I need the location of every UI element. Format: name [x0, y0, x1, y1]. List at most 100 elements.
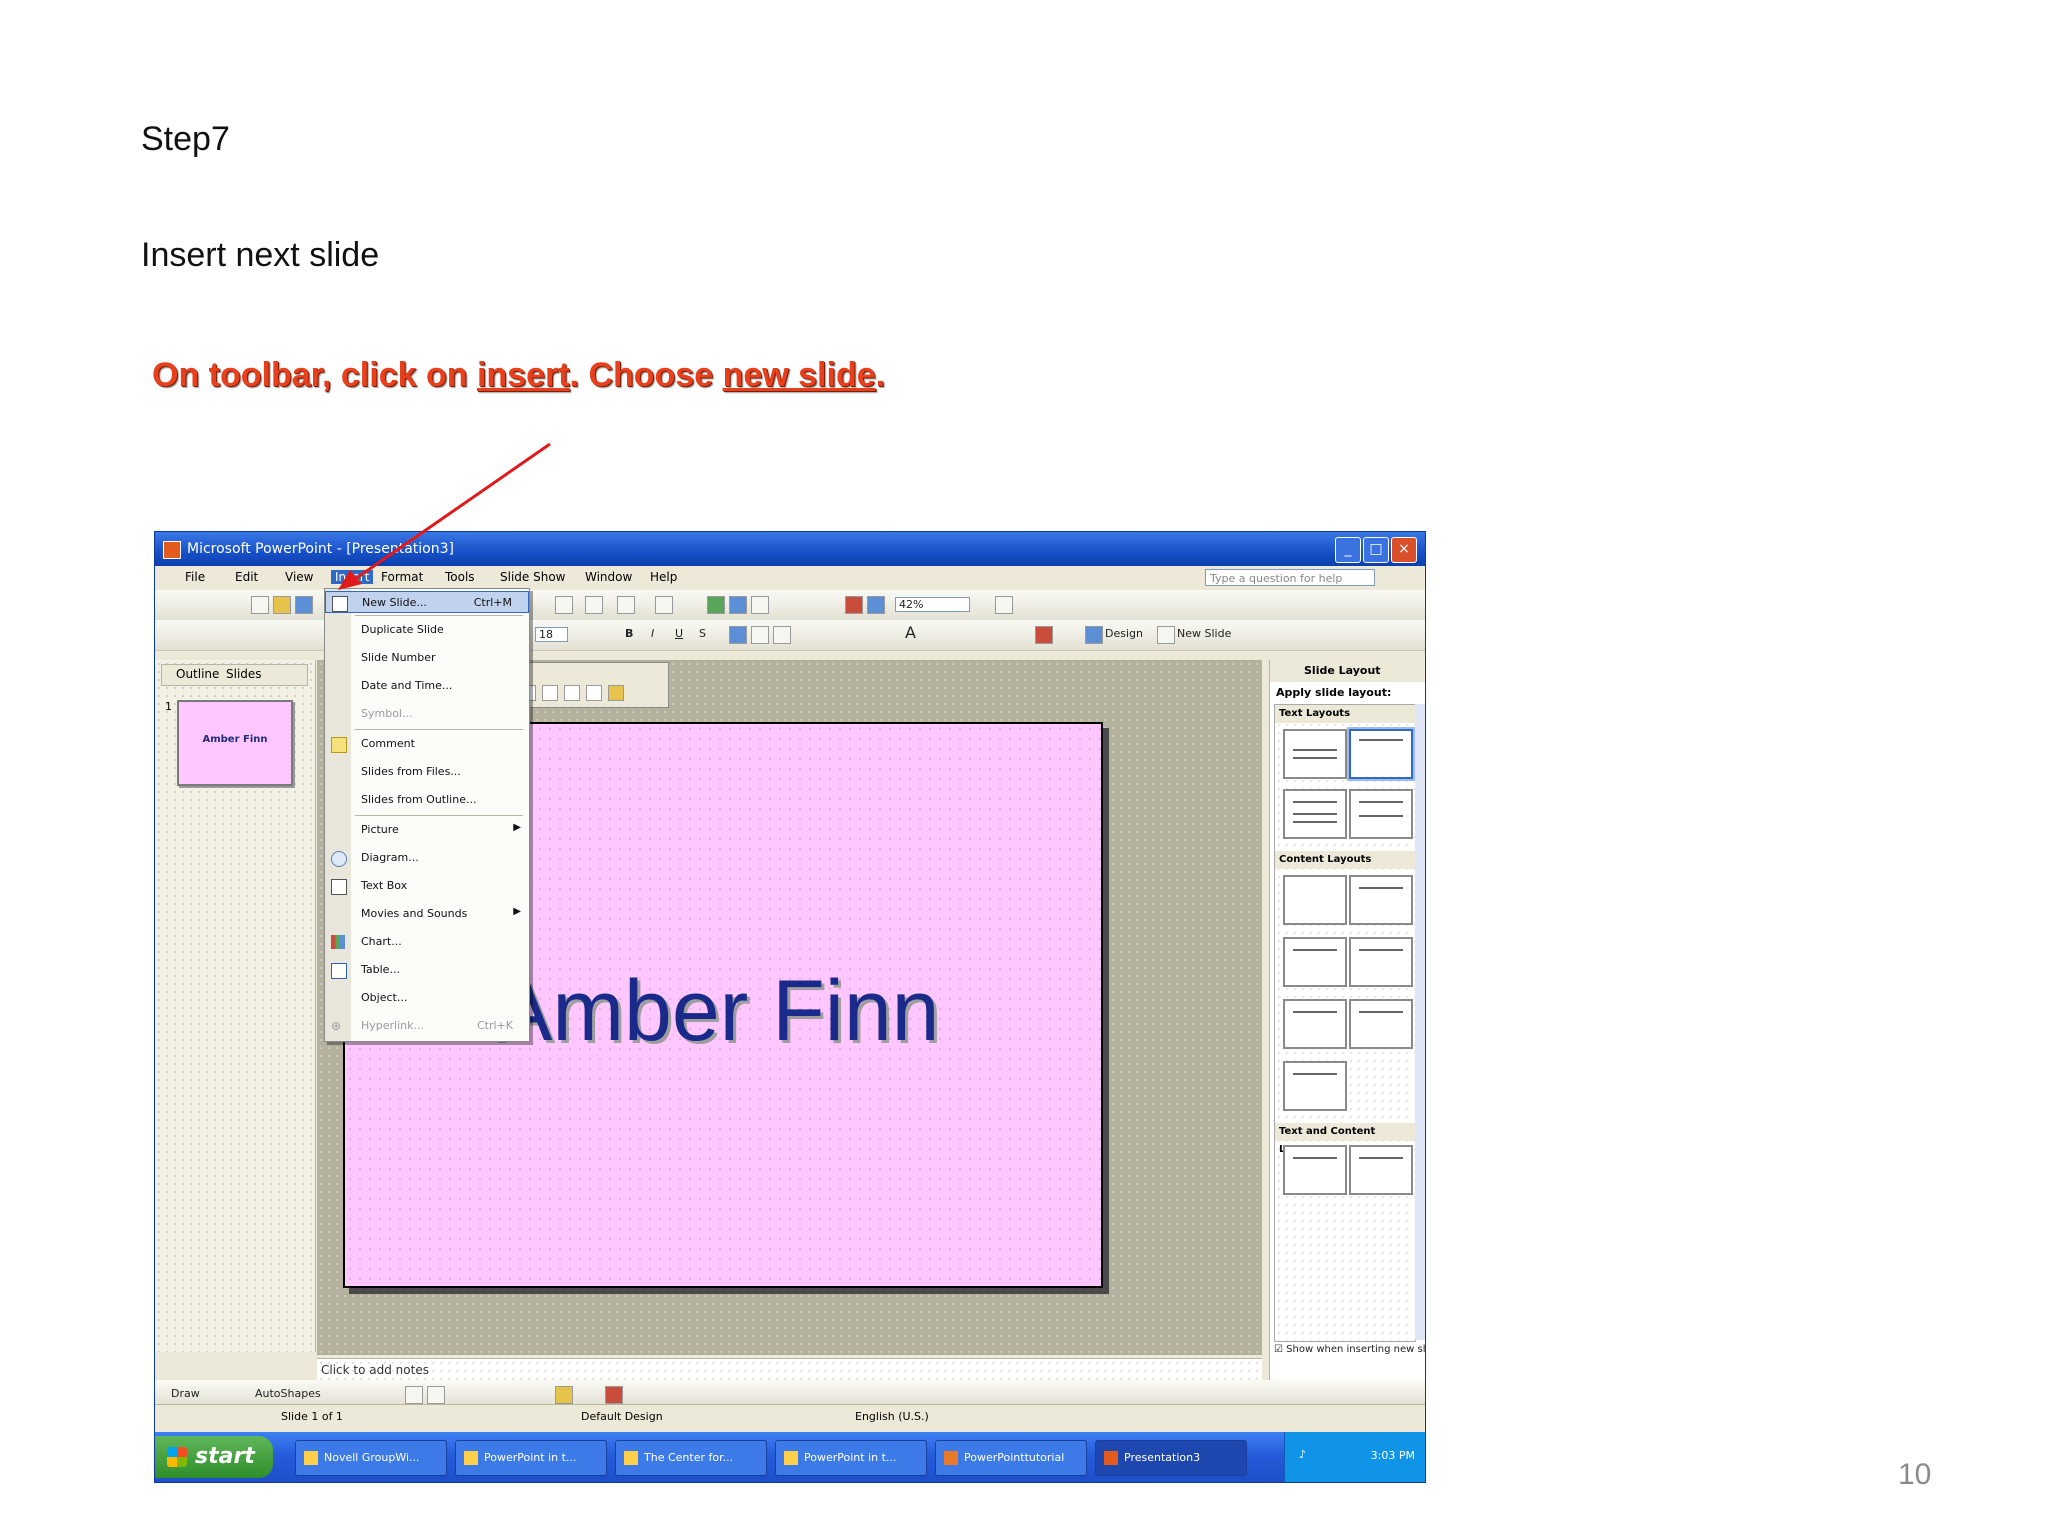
slide-thumbnail[interactable]: Amber Finn [177, 700, 293, 786]
help-search-input[interactable]: Type a question for help [1205, 569, 1375, 586]
layout-four-content[interactable] [1283, 999, 1347, 1049]
taskpane-scrollbar[interactable] [1415, 704, 1425, 1340]
menu-help[interactable]: Help [650, 570, 677, 584]
design-button[interactable]: Design [1105, 627, 1143, 640]
new-slide-button[interactable]: New Slide [1177, 627, 1231, 640]
zoom-select[interactable]: 42% [895, 597, 970, 612]
toolbar-tool-icon[interactable] [564, 685, 580, 701]
app-icon [784, 1451, 798, 1465]
minimize-icon[interactable]: _ [1335, 537, 1361, 563]
toolbar-tool-icon[interactable] [586, 685, 602, 701]
font-size-select[interactable]: 18 [535, 627, 568, 642]
menu-file[interactable]: File [185, 570, 205, 584]
help-icon[interactable] [995, 596, 1013, 614]
menu-item-slides-from-outline[interactable]: Slides from Outline... [325, 789, 529, 811]
menu-item-symbol: Symbol... [361, 707, 413, 720]
start-button[interactable]: start [155, 1436, 273, 1478]
layout-text-content[interactable] [1283, 1145, 1347, 1195]
undo-icon[interactable] [617, 596, 635, 614]
insert-table-icon[interactable] [729, 596, 747, 614]
layout-title-text[interactable] [1283, 789, 1347, 839]
tab-slides[interactable]: Slides [226, 667, 262, 681]
tab-outline[interactable]: Outline [176, 667, 219, 681]
font-color-icon[interactable] [1035, 626, 1053, 644]
format-painter-icon[interactable] [585, 596, 603, 614]
submenu-arrow-icon: ▶ [513, 822, 521, 833]
menu-item-chart[interactable]: Chart... [325, 931, 529, 953]
app-icon [1104, 1451, 1118, 1465]
fill-color-icon[interactable] [555, 1386, 573, 1404]
layout-two-column-text[interactable] [1349, 789, 1413, 839]
new-slide-icon[interactable] [1157, 626, 1175, 644]
layout-title-slide[interactable] [1283, 729, 1347, 779]
maximize-icon[interactable]: □ [1363, 537, 1389, 563]
menu-item-text-box[interactable]: Text Box [325, 875, 529, 897]
italic-button[interactable]: I [651, 627, 654, 640]
show-grid-icon[interactable] [867, 596, 885, 614]
menu-edit[interactable]: Edit [235, 570, 258, 584]
menu-item-duplicate-slide[interactable]: Duplicate Slide [325, 619, 529, 641]
slide-title[interactable]: Amber Finn [495, 962, 940, 1061]
menu-separator [355, 729, 523, 730]
taskbar-item[interactable]: The Center for... [615, 1440, 767, 1476]
show-when-inserting-checkbox[interactable]: ☑ Show when inserting new slides [1274, 1344, 1425, 1355]
menu-item-slides-from-files[interactable]: Slides from Files... [325, 761, 529, 783]
save-icon[interactable] [295, 596, 313, 614]
menu-item-diagram[interactable]: Diagram... [325, 847, 529, 869]
redo-icon[interactable] [655, 596, 673, 614]
taskbar-item[interactable]: PowerPointtutorial [935, 1440, 1087, 1476]
menu-item-date-time[interactable]: Date and Time... [325, 675, 529, 697]
diagram-icon [331, 851, 347, 867]
autoshapes-button[interactable]: AutoShapes [255, 1387, 321, 1400]
open-icon[interactable] [273, 596, 291, 614]
layout-two-content[interactable] [1349, 937, 1413, 987]
menu-window[interactable]: Window [585, 570, 632, 584]
bold-button[interactable]: B [625, 627, 633, 640]
text-box-icon [331, 879, 347, 895]
close-icon[interactable]: × [1391, 537, 1417, 563]
volume-icon[interactable]: ♪ [1299, 1448, 1306, 1461]
toolbar-tool-icon[interactable] [608, 685, 624, 701]
taskbar-item[interactable]: PowerPoint in t... [775, 1440, 927, 1476]
design-icon[interactable] [1085, 626, 1103, 644]
layout-content-text[interactable] [1349, 1145, 1413, 1195]
outline-tabs: Outline Slides [161, 664, 308, 686]
rectangle-icon[interactable] [405, 1386, 423, 1404]
taskbar-item[interactable]: PowerPoint in t... [455, 1440, 607, 1476]
toolbar-tool-icon[interactable] [542, 685, 558, 701]
line-color-icon[interactable] [605, 1386, 623, 1404]
align-right-icon[interactable] [773, 626, 791, 644]
app-icon [944, 1451, 958, 1465]
taskpane-header: Slide Layout [1270, 660, 1425, 682]
taskbar-item[interactable]: Presentation3 [1095, 1440, 1247, 1476]
layout-content[interactable] [1349, 875, 1413, 925]
menu-item-movies-sounds[interactable]: Movies and Sounds ▶ [325, 903, 529, 925]
layout-large-content[interactable] [1283, 1061, 1347, 1111]
shadow-button[interactable]: S [699, 627, 706, 640]
layout-content-over[interactable] [1349, 999, 1413, 1049]
insert-chart-icon[interactable] [707, 596, 725, 614]
menu-item-table[interactable]: Table... [325, 959, 529, 981]
status-slide: Slide 1 of 1 [281, 1410, 343, 1423]
layout-blank[interactable] [1283, 875, 1347, 925]
align-center-icon[interactable] [751, 626, 769, 644]
layout-title-content[interactable] [1283, 937, 1347, 987]
taskbar-item[interactable]: Novell GroupWi... [295, 1440, 447, 1476]
layout-title-only[interactable] [1347, 727, 1415, 781]
color-grayscale-icon[interactable] [845, 596, 863, 614]
tables-borders-icon[interactable] [751, 596, 769, 614]
menu-view[interactable]: View [285, 570, 313, 584]
underline-button[interactable]: U [675, 627, 683, 640]
menu-item-comment[interactable]: Comment [325, 733, 529, 755]
oval-icon[interactable] [427, 1386, 445, 1404]
taskbar-item-label: The Center for... [644, 1451, 734, 1464]
draw-menu-button[interactable]: Draw [171, 1387, 200, 1400]
align-left-icon[interactable] [729, 626, 747, 644]
paste-icon[interactable] [555, 596, 573, 614]
menu-item-new-slide[interactable]: New Slide... Ctrl+M [325, 591, 529, 613]
font-grow-button[interactable]: A [905, 623, 916, 642]
menu-item-picture[interactable]: Picture ▶ [325, 819, 529, 841]
new-icon[interactable] [251, 596, 269, 614]
menu-item-object[interactable]: Object... [325, 987, 529, 1009]
menu-item-slide-number[interactable]: Slide Number [325, 647, 529, 669]
